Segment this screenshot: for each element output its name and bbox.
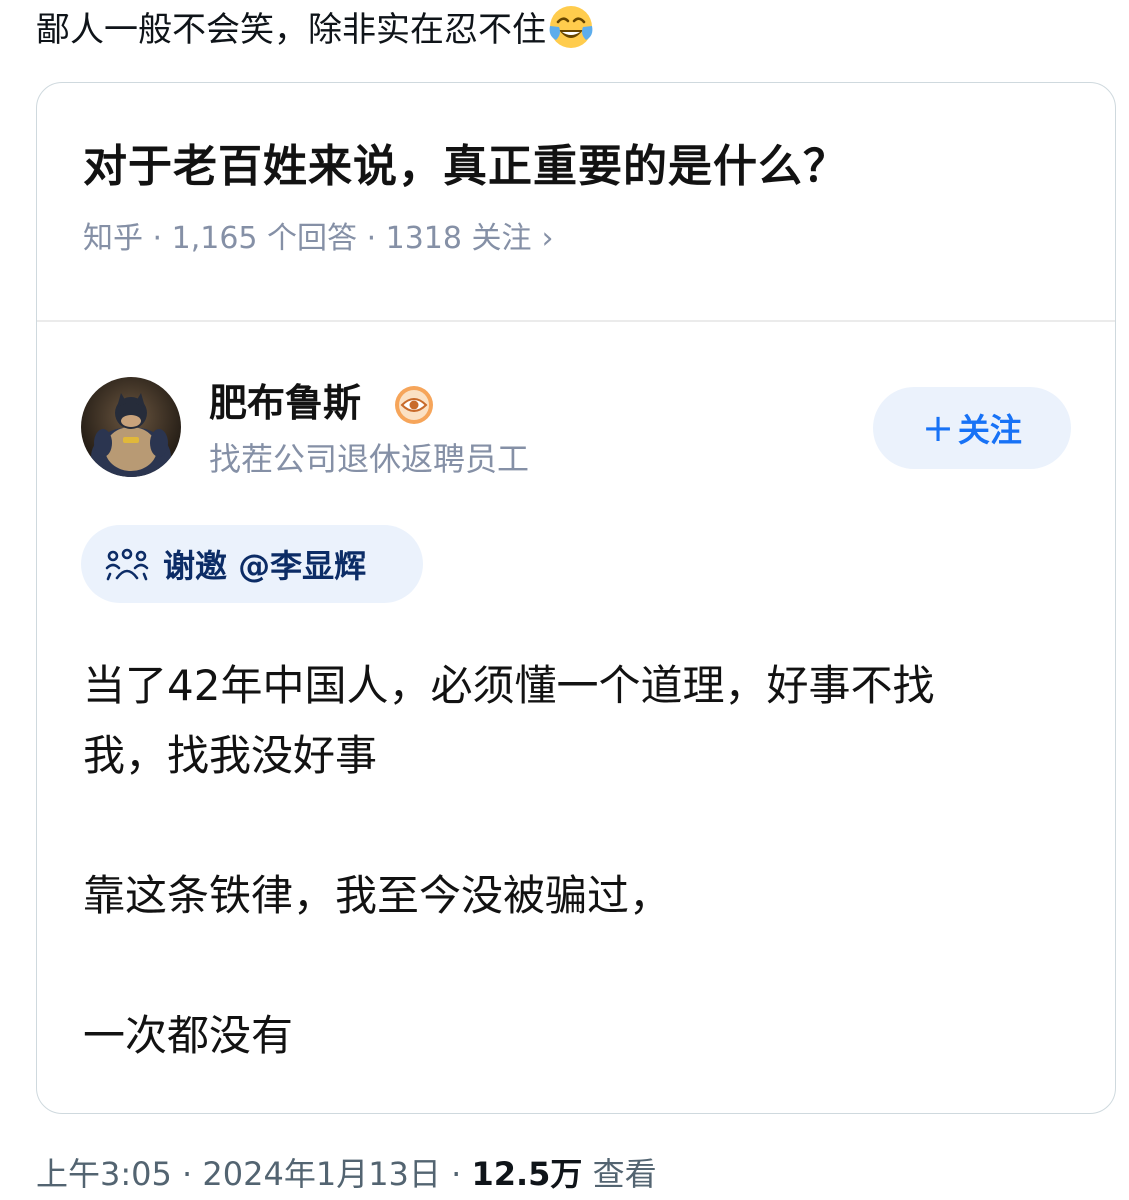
answer-content[interactable]: 当了42年中国人，必须懂一个道理，好事不找 我，找我没好事 靠这条铁律，我至今没…: [83, 651, 1073, 1071]
answer-line: 当了42年中国人，必须懂一个道理，好事不找: [83, 661, 935, 710]
avatar-image: [81, 377, 181, 477]
plus-icon: +: [922, 406, 954, 450]
invite-label: 谢邀 @李显辉: [163, 547, 367, 585]
views-count: 12.5万: [471, 1155, 583, 1193]
eye-badge-icon: [395, 386, 433, 424]
avatar[interactable]: [81, 377, 181, 477]
answer-line: 靠这条铁律，我至今没被骗过，: [83, 871, 672, 920]
chevron-right-icon: ›: [541, 221, 554, 256]
tweet-page: 鄙人一般不会笑，除非实在忍不住 对于老百姓来说，真正重要的是什么？ 知乎 · 1…: [0, 0, 1129, 1200]
tweet-footer: 上午3:05 · 2024年1月13日 · 12.5万 查看: [36, 1150, 657, 1198]
follow-button-label: 关注: [957, 411, 1022, 449]
answer-line: 一次都没有: [83, 1011, 294, 1060]
views-label: 查看: [592, 1155, 657, 1193]
card-divider: [37, 320, 1115, 322]
question-title[interactable]: 对于老百姓来说，真正重要的是什么？: [83, 139, 848, 195]
invite-tag[interactable]: 谢邀 @李显辉: [81, 525, 423, 603]
follow-button[interactable]: + 关注: [873, 387, 1071, 469]
tweet-time[interactable]: 上午3:05: [36, 1155, 172, 1193]
tweet-text-content: 鄙人一般不会笑，除非实在忍不住: [36, 10, 546, 50]
answer-line: 我，找我没好事: [83, 731, 378, 780]
tweet-text: 鄙人一般不会笑，除非实在忍不住: [36, 4, 594, 54]
author-bio: 找茬公司退休返聘员工: [209, 440, 530, 478]
face-with-tears-of-joy-icon: [549, 6, 593, 48]
tweet-date[interactable]: 2024年1月13日: [202, 1155, 441, 1193]
quoted-answer-card[interactable]: 对于老百姓来说，真正重要的是什么？ 知乎 · 1,165 个回答 · 1318 …: [36, 82, 1116, 1114]
question-meta-text: 知乎 · 1,165 个回答 · 1318 关注: [83, 221, 532, 256]
question-meta[interactable]: 知乎 · 1,165 个回答 · 1318 关注 ›: [83, 219, 554, 259]
separator-dot: ·: [451, 1155, 472, 1193]
separator-dot: ·: [182, 1155, 203, 1193]
author-name[interactable]: 肥布鲁斯: [209, 379, 361, 427]
invite-people-icon: [105, 548, 149, 581]
